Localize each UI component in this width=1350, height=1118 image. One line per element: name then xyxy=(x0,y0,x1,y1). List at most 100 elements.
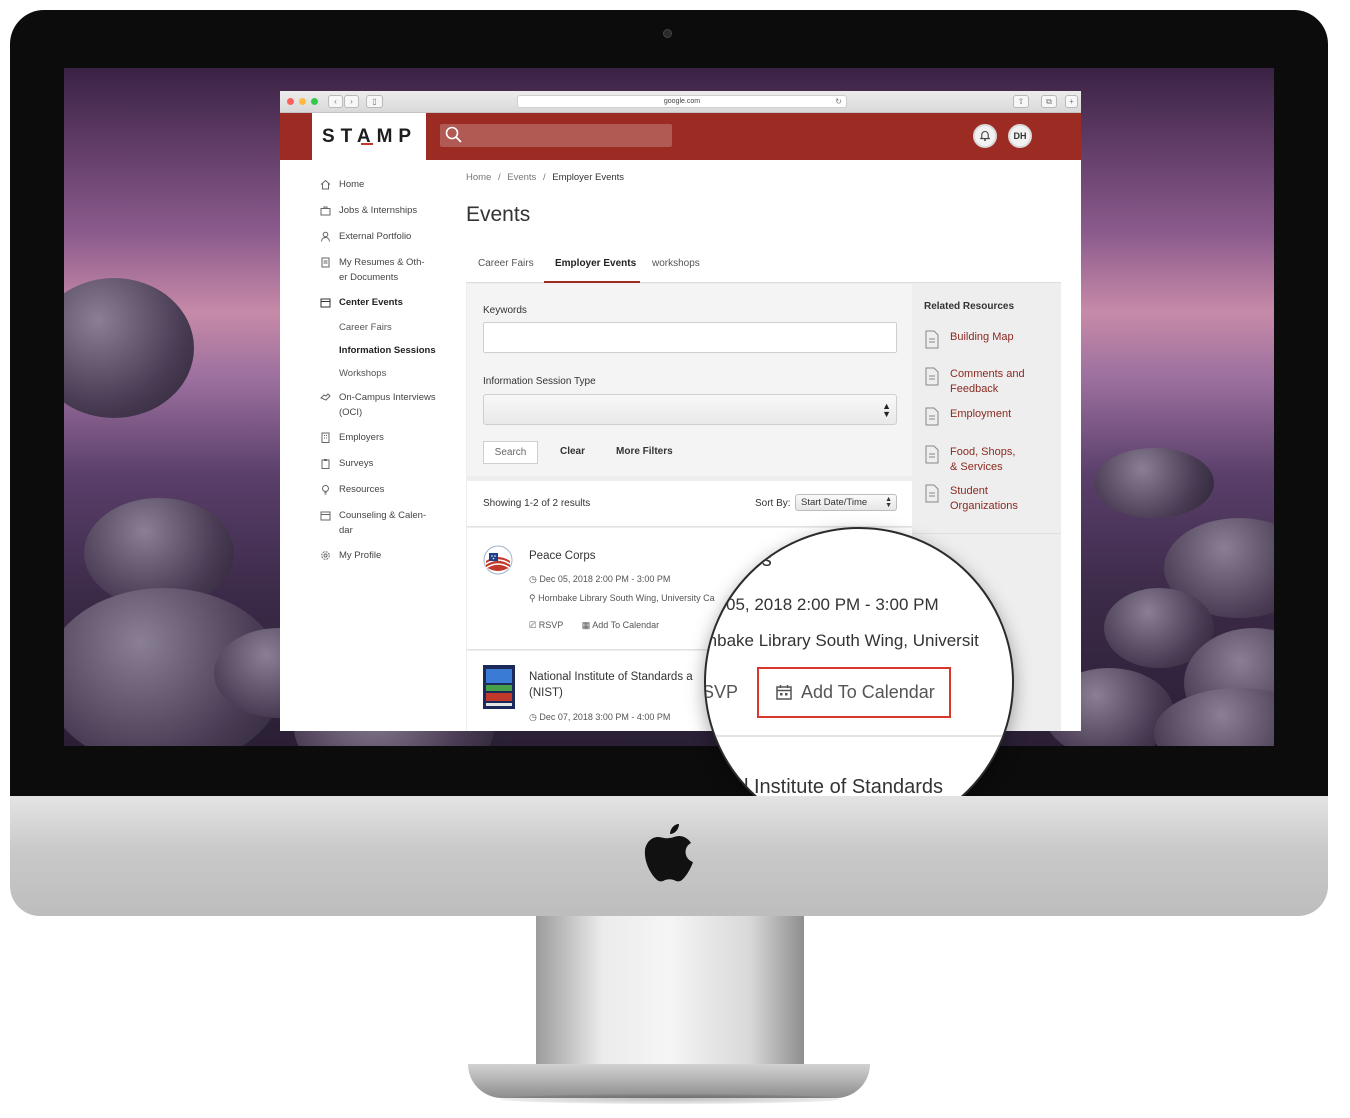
more-filters-button[interactable]: More Filters xyxy=(616,446,673,457)
magnified-add-to-calendar-label: Add To Calendar xyxy=(801,682,935,702)
divider xyxy=(706,735,1012,737)
sidebar-item-center-events[interactable]: Center Events xyxy=(320,295,440,310)
related-resources-title: Related Resources xyxy=(924,301,1015,312)
lightbulb-icon xyxy=(322,485,329,495)
label-line-2: er Documents xyxy=(339,272,399,283)
reload-icon[interactable]: ↻ xyxy=(835,96,842,107)
calendar-icon xyxy=(320,298,331,308)
breadcrumb-home[interactable]: Home xyxy=(466,172,491,183)
resource-building-map[interactable]: Building Map xyxy=(924,330,1014,349)
user-avatar[interactable]: DH xyxy=(1008,124,1032,148)
new-tab-icon[interactable]: + xyxy=(1065,95,1078,108)
sidebar-item-label: External Portfolio xyxy=(339,231,412,242)
sidebar-item-label: Resources xyxy=(339,484,385,495)
tab-career-fairs[interactable]: Career Fairs xyxy=(478,258,534,269)
event-title[interactable]: Peace Corps xyxy=(529,548,595,564)
resource-label: Student Organizations xyxy=(950,484,1018,514)
sidebar-item-label: On-Campus Interviews (OCI) xyxy=(339,390,436,420)
document-icon xyxy=(925,407,939,426)
sidebar-item-employers[interactable]: Employers xyxy=(320,430,440,445)
sidebar-item-jobs[interactable]: Jobs & Internships xyxy=(320,203,440,218)
event-title-line-1: National Institute of Standards a xyxy=(529,671,693,683)
select-arrows-icon: ▲ ▼ xyxy=(882,401,891,419)
label-line-1: On-Campus Interviews xyxy=(339,392,436,403)
logo[interactable]: STAMP xyxy=(312,113,426,160)
active-tab-indicator xyxy=(544,281,640,283)
label-line-2: (OCI) xyxy=(339,407,363,418)
sidebar-item-resumes[interactable]: My Resumes & Oth-er Documents xyxy=(320,255,440,285)
close-window-button[interactable] xyxy=(287,98,294,105)
tab-employer-events[interactable]: Employer Events xyxy=(555,258,636,269)
event-location-text: Hornbake Library South Wing, University … xyxy=(538,593,715,603)
minimize-window-button[interactable] xyxy=(299,98,306,105)
sidebar-item-label: Employers xyxy=(339,432,384,443)
sidebar-item-resources[interactable]: Resources xyxy=(320,482,440,497)
sidebar-item-label: My Resumes & Oth-er Documents xyxy=(339,255,425,285)
label-line-1: My Resumes & Oth- xyxy=(339,257,425,268)
event-title[interactable]: National Institute of Standards a (NIST) xyxy=(529,669,693,701)
resource-food-shops[interactable]: Food, Shops, & Services xyxy=(924,445,1015,475)
label-line-2: Organizations xyxy=(950,500,1018,512)
keywords-input[interactable] xyxy=(483,322,897,353)
calendar-icon xyxy=(776,685,792,700)
building-icon xyxy=(321,432,330,443)
clear-button[interactable]: Clear xyxy=(560,446,585,457)
magnified-rsvp[interactable]: SVP xyxy=(706,682,738,703)
magnified-event-title: rps xyxy=(744,549,772,571)
sidebar-toggle-icon[interactable]: ▯ xyxy=(366,95,383,108)
tabs-overview-icon[interactable]: ⧉ xyxy=(1041,95,1057,108)
magnified-event-location: rnbake Library South Wing, Universit xyxy=(704,631,979,650)
imac-stand-base xyxy=(468,1064,870,1098)
sidebar-item-portfolio[interactable]: External Portfolio xyxy=(320,229,440,244)
bell-icon xyxy=(979,130,991,141)
tab-workshops[interactable]: workshops xyxy=(652,258,700,269)
session-type-select[interactable]: ▲ ▼ xyxy=(483,394,897,425)
document-icon xyxy=(925,330,939,349)
breadcrumb-events[interactable]: Events xyxy=(507,172,536,183)
imac-stand xyxy=(536,916,804,1066)
sidebar-item-counseling[interactable]: Counseling & Calen-dar xyxy=(320,508,440,538)
event-actions: ⎚ RSVP ▦ Add To Calendar xyxy=(529,620,659,631)
results-count: Showing 1-2 of 2 results xyxy=(483,498,591,509)
document-icon xyxy=(925,367,939,386)
sidebar-item-surveys[interactable]: Surveys xyxy=(320,456,440,471)
add-to-calendar-button[interactable]: ▦ Add To Calendar xyxy=(582,620,659,630)
share-icon[interactable]: ⇧ xyxy=(1013,95,1029,108)
resource-comments-feedback[interactable]: Comments and Feedback xyxy=(924,367,1025,397)
sidebar-item-profile[interactable]: My Profile xyxy=(320,548,440,563)
browser-toolbar: ‹ › ▯ google.com ↻ ⇧ ⧉ + xyxy=(280,91,1081,113)
label-line-1: Student xyxy=(950,485,988,497)
global-search-input[interactable] xyxy=(440,124,672,147)
document-icon xyxy=(925,445,939,464)
sort-value: Start Date/Time xyxy=(801,497,868,508)
sort-select[interactable]: Start Date/Time ▲ ▼ xyxy=(795,494,897,511)
sidebar-item-label: Home xyxy=(339,179,365,190)
sidebar-subitem-information-sessions[interactable]: Information Sessions xyxy=(339,345,436,356)
address-bar[interactable]: google.com ↻ xyxy=(517,95,847,108)
select-arrows-icon: ▲ ▼ xyxy=(885,496,892,509)
clock-icon: ◷ xyxy=(529,574,540,584)
event-datetime-text: Dec 07, 2018 3:00 PM - 4:00 PM xyxy=(539,712,671,722)
resource-student-orgs[interactable]: Student Organizations xyxy=(924,484,1018,514)
magnified-add-to-calendar-button[interactable]: Add To Calendar xyxy=(757,667,951,718)
zoom-window-button[interactable] xyxy=(311,98,318,105)
resource-employment[interactable]: Employment xyxy=(924,407,1011,426)
nist-logo xyxy=(483,665,515,709)
search-button[interactable]: Search xyxy=(483,441,538,464)
resource-label: Building Map xyxy=(950,331,1014,343)
label-line-1: Comments and xyxy=(950,368,1025,380)
sidebar-item-home[interactable]: Home xyxy=(320,177,440,192)
document-icon xyxy=(321,257,330,268)
handshake-icon xyxy=(320,393,331,401)
notifications-button[interactable] xyxy=(973,124,997,148)
back-icon[interactable]: ‹ xyxy=(328,95,343,108)
sidebar-subitem-career-fairs[interactable]: Career Fairs xyxy=(339,322,392,333)
sidebar-item-oci[interactable]: On-Campus Interviews (OCI) xyxy=(320,390,440,420)
session-type-label: Information Session Type xyxy=(483,376,596,387)
forward-icon[interactable]: › xyxy=(344,95,359,108)
clipboard-icon xyxy=(321,459,330,469)
keywords-label: Keywords xyxy=(483,305,527,316)
sidebar-subitem-workshops[interactable]: Workshops xyxy=(339,368,386,379)
rsvp-button[interactable]: ⎚ RSVP xyxy=(529,620,563,630)
logo-accent-icon xyxy=(361,143,373,145)
